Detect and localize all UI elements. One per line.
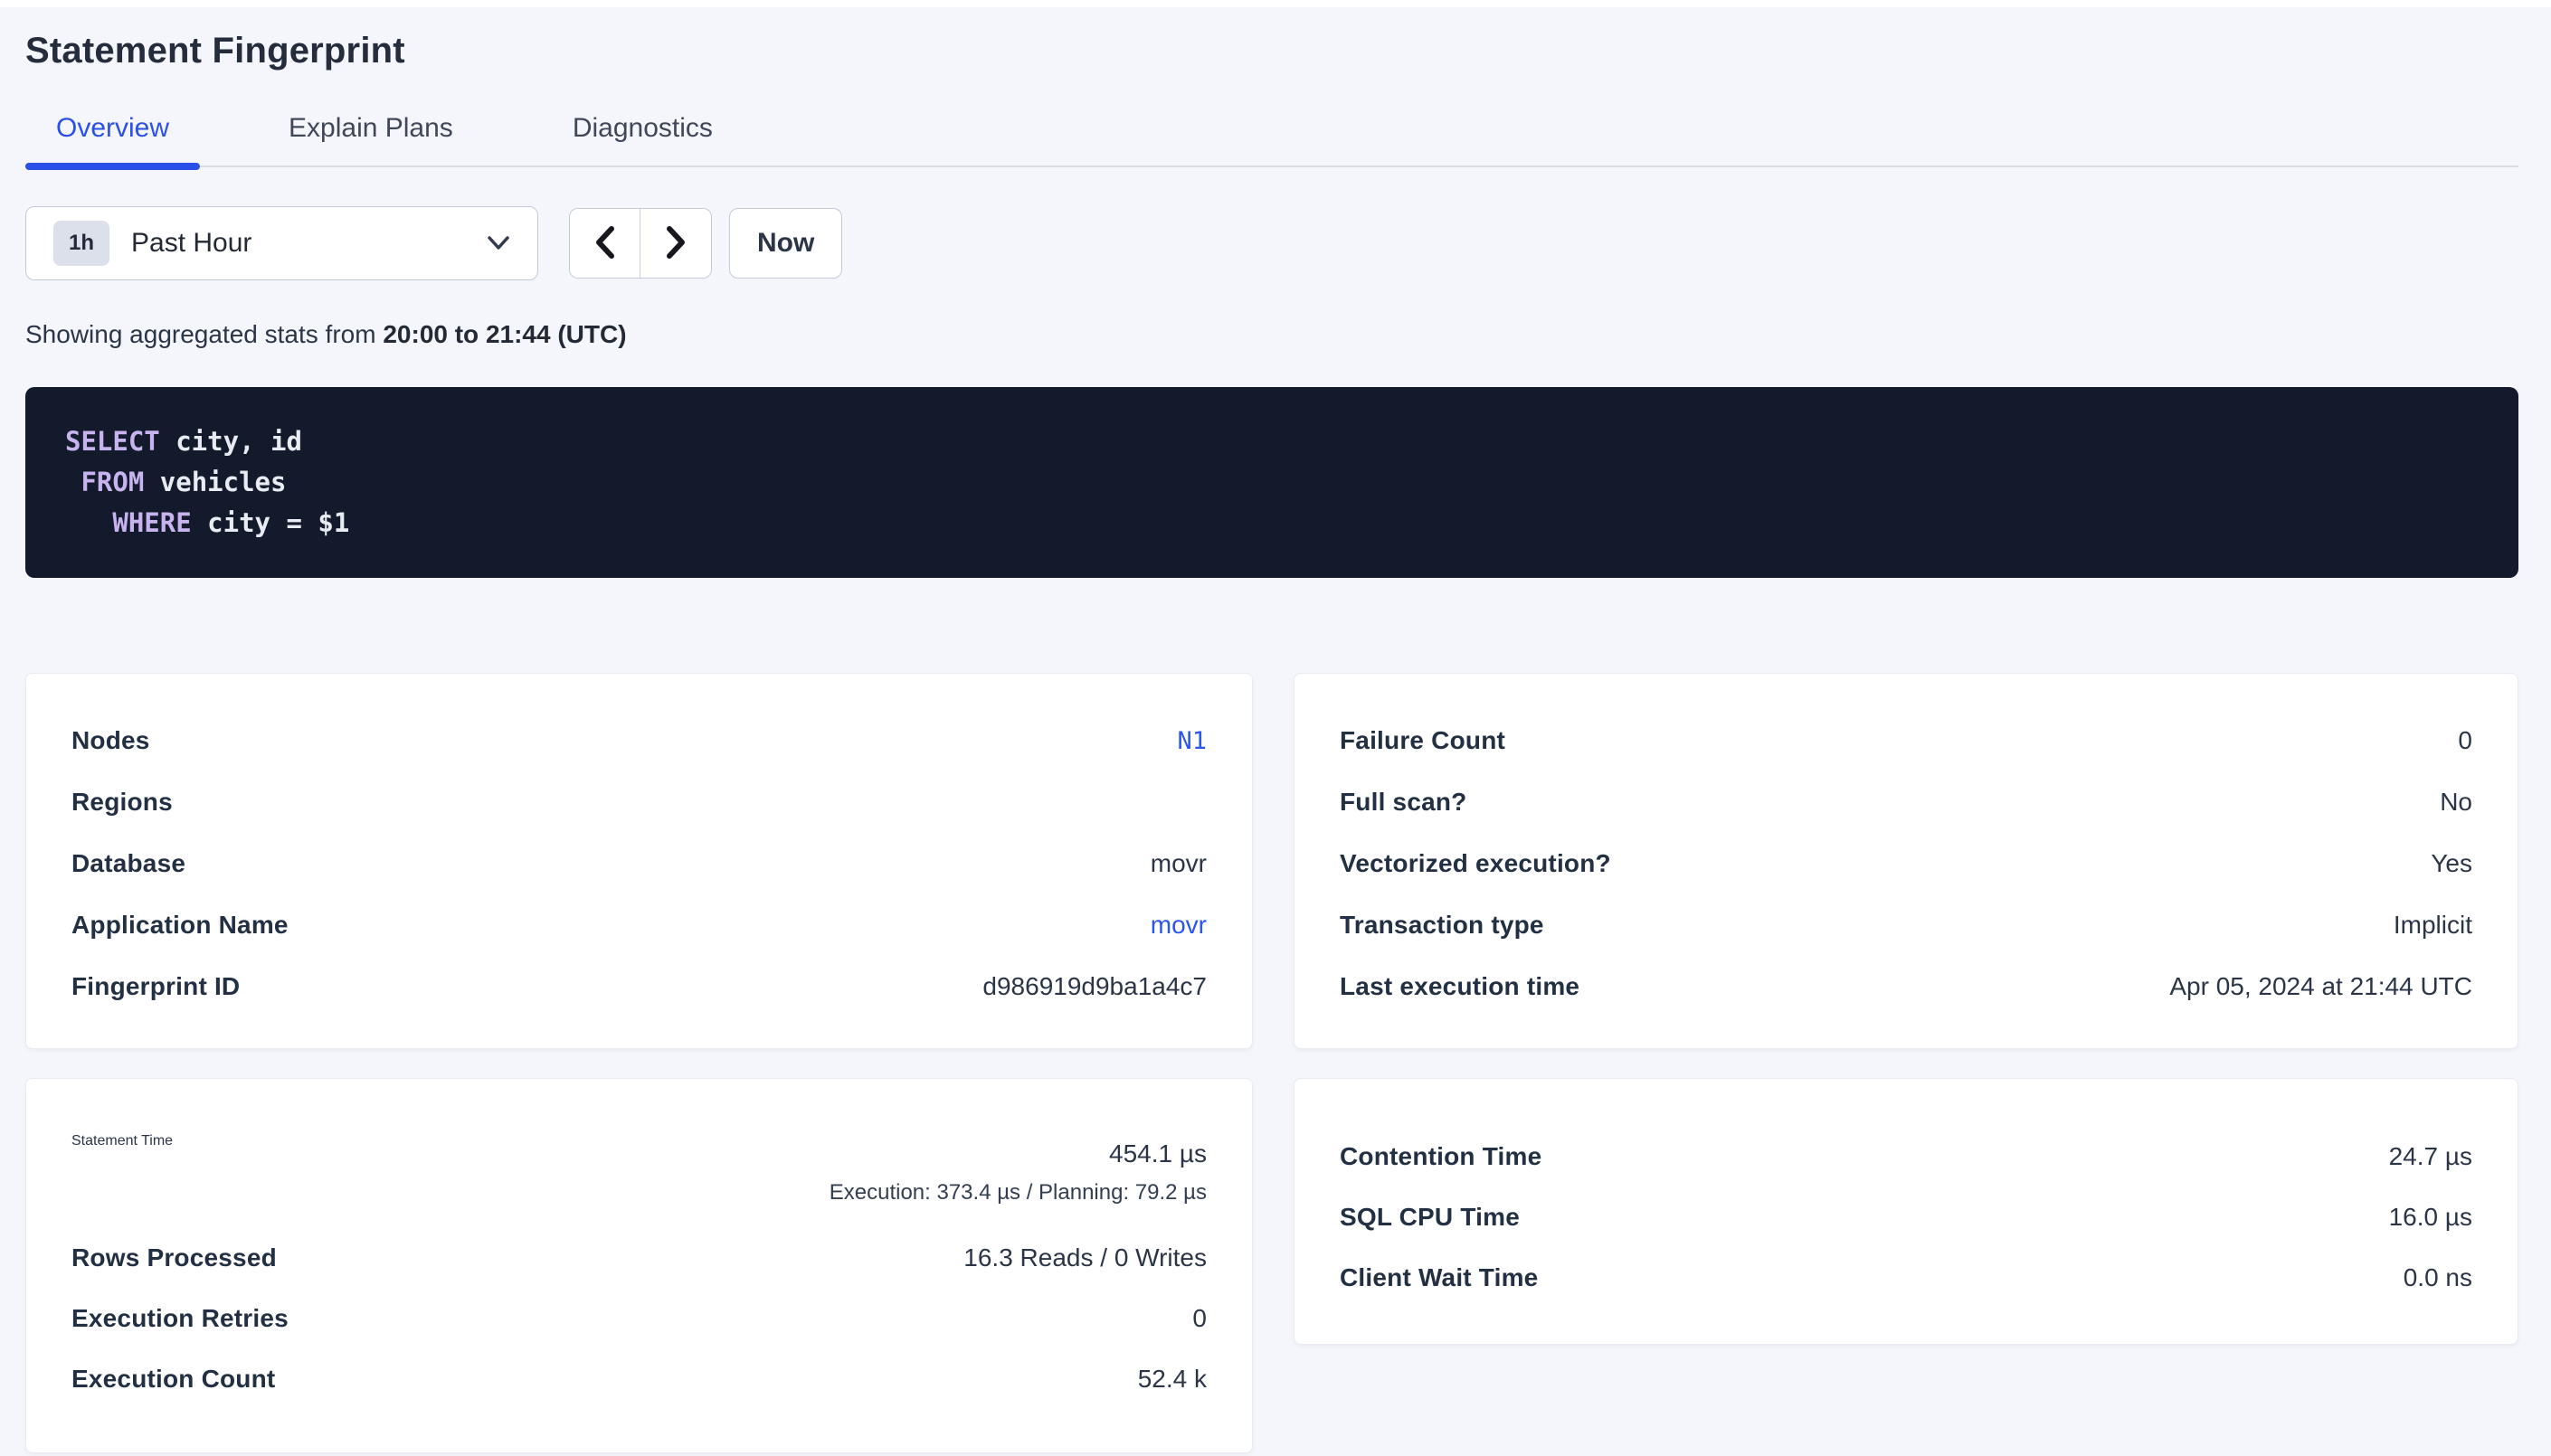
top-edge-strip (0, 0, 2551, 7)
row-execution-count: Execution Count 52.4 k (71, 1348, 1207, 1409)
row-rows-processed: Rows Processed 16.3 Reads / 0 Writes (71, 1227, 1207, 1288)
tab-explain-plans[interactable]: Explain Plans (258, 113, 484, 165)
row-nodes: Nodes N1 (71, 710, 1207, 771)
time-controls: 1h Past Hour Now (25, 206, 2518, 280)
summary-cards-grid: Nodes N1 Regions Database movr Applicati… (25, 673, 2518, 1453)
row-database: Database movr (71, 833, 1207, 894)
prev-range-button[interactable] (570, 209, 640, 278)
chevron-down-icon (485, 234, 512, 252)
row-failure-count: Failure Count 0 (1340, 710, 2472, 771)
card-wait-times: Contention Time 24.7 µs SQL CPU Time 16.… (1294, 1078, 2518, 1345)
row-last-execution-time: Last execution time Apr 05, 2024 at 21:4… (1340, 956, 2472, 1017)
next-range-button[interactable] (640, 209, 711, 278)
row-statement-time: Statement Time 454.1 µs Execution: 373.4… (71, 1133, 1207, 1211)
row-application-name: Application Name movr (71, 894, 1207, 956)
statement-time-breakdown: Execution: 373.4 µs / Planning: 79.2 µs (830, 1175, 1207, 1211)
aggregated-stats-line: Showing aggregated stats from 20:00 to 2… (25, 320, 2518, 349)
row-client-wait-time: Client Wait Time 0.0 ns (1340, 1247, 2472, 1308)
interval-badge: 1h (53, 221, 109, 266)
row-contention-time: Contention Time 24.7 µs (1340, 1126, 2472, 1187)
time-range-select[interactable]: 1h Past Hour (25, 206, 538, 280)
application-link[interactable]: movr (1151, 911, 1207, 940)
tab-bar: Overview Explain Plans Diagnostics (25, 113, 2518, 167)
row-execution-retries: Execution Retries 0 (71, 1288, 1207, 1348)
statement-time-value: 454.1 µs (830, 1133, 1207, 1175)
chevron-left-icon (592, 222, 619, 265)
page-title: Statement Fingerprint (25, 31, 2518, 71)
row-fingerprint-id: Fingerprint ID d986919d9ba1a4c7 (71, 956, 1207, 1017)
row-full-scan: Full scan? No (1340, 771, 2472, 833)
card-execution-attributes: Failure Count 0 Full scan? No Vectorized… (1294, 673, 2518, 1049)
stats-line-range: 20:00 to 21:44 (UTC) (383, 320, 626, 348)
sql-statement-box: SELECT city, id FROM vehicles WHERE city… (25, 387, 2518, 578)
sql-statement-text: SELECT city, id FROM vehicles WHERE city… (65, 421, 2479, 544)
node-link[interactable]: N1 (1177, 727, 1207, 755)
card-execution-stats: Statement Time 454.1 µs Execution: 373.4… (25, 1078, 1253, 1453)
statement-fingerprint-page: Statement Fingerprint Overview Explain P… (0, 31, 2551, 1453)
row-transaction-type: Transaction type Implicit (1340, 894, 2472, 956)
time-range-label: Past Hour (131, 228, 251, 259)
row-sql-cpu-time: SQL CPU Time 16.0 µs (1340, 1187, 2472, 1247)
tab-overview[interactable]: Overview (25, 113, 200, 165)
tab-diagnostics[interactable]: Diagnostics (542, 113, 744, 165)
range-nav-group (569, 208, 712, 279)
now-button[interactable]: Now (729, 208, 842, 279)
chevron-right-icon (662, 222, 689, 265)
card-statement-details: Nodes N1 Regions Database movr Applicati… (25, 673, 1253, 1049)
stats-line-prefix: Showing aggregated stats from (25, 320, 383, 348)
row-regions: Regions (71, 771, 1207, 833)
row-vectorized-execution: Vectorized execution? Yes (1340, 833, 2472, 894)
